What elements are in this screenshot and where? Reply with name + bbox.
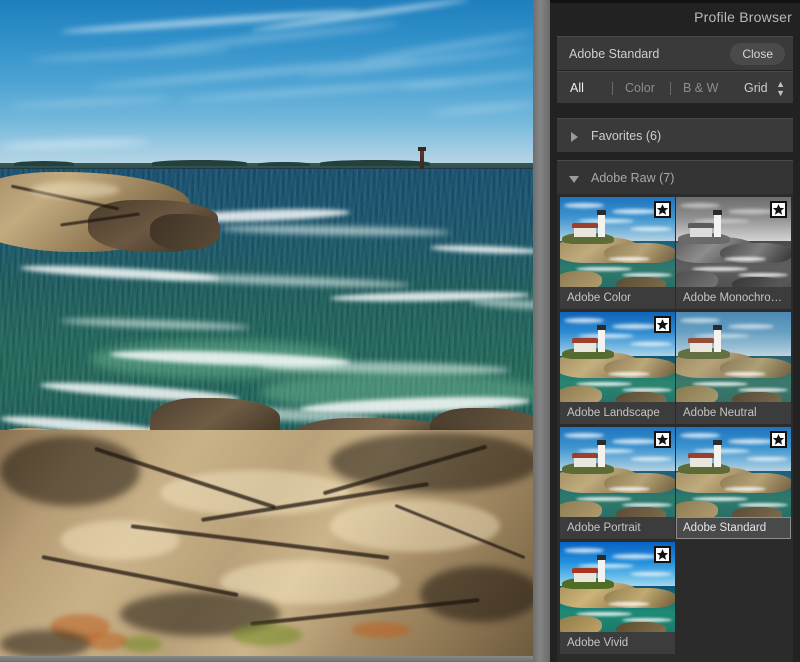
profile-label: Adobe Vivid bbox=[560, 632, 675, 654]
profile-label: Adobe Portrait bbox=[560, 517, 675, 539]
chevron-down-icon bbox=[569, 176, 579, 183]
filter-separator-2 bbox=[670, 82, 671, 95]
group-adobe-raw-label: Adobe Raw (7) bbox=[591, 171, 675, 185]
view-mode-selector[interactable]: Grid ▲ ▼ bbox=[744, 72, 785, 104]
filter-all[interactable]: All bbox=[570, 72, 584, 104]
profile-thumbnail bbox=[676, 312, 791, 402]
profile-thumbnail bbox=[676, 197, 791, 287]
current-profile-name: Adobe Standard bbox=[569, 47, 660, 61]
favorite-star-icon[interactable] bbox=[654, 546, 671, 563]
filter-row: All Color B & W Grid ▲ ▼ bbox=[557, 71, 793, 103]
group-favorites-label: Favorites (6) bbox=[591, 129, 662, 143]
filter-color[interactable]: Color bbox=[625, 72, 655, 104]
profile-browser-panel: Profile Browser Adobe Standard Close All… bbox=[550, 0, 800, 662]
profile-card-adobe-neutral[interactable]: Adobe Neutral bbox=[676, 312, 791, 424]
viewer-gutter-right bbox=[533, 0, 550, 662]
profile-card-adobe-monochrome[interactable]: Adobe Monochro… bbox=[676, 197, 791, 309]
profile-thumbnail bbox=[560, 542, 675, 632]
profile-label: Adobe Standard bbox=[676, 517, 791, 539]
chevron-updown-icon: ▲ ▼ bbox=[776, 78, 785, 98]
filter-separator-1 bbox=[612, 82, 613, 95]
profile-card-adobe-color[interactable]: Adobe Color bbox=[560, 197, 675, 309]
panel-title: Profile Browser bbox=[694, 9, 792, 25]
profile-label: Adobe Neutral bbox=[676, 402, 791, 424]
filter-bw[interactable]: B & W bbox=[683, 72, 718, 104]
profile-thumbnail-grid: Adobe Color Adobe Monochro… Adobe Landsc… bbox=[557, 194, 793, 662]
profile-card-adobe-portrait[interactable]: Adobe Portrait bbox=[560, 427, 675, 539]
group-favorites[interactable]: Favorites (6) bbox=[557, 118, 793, 152]
favorite-star-icon[interactable] bbox=[654, 316, 671, 333]
favorite-star-icon[interactable] bbox=[654, 201, 671, 218]
viewer-gutter-bottom bbox=[0, 656, 533, 662]
profile-thumbnail bbox=[560, 312, 675, 402]
distant-lighthouse bbox=[420, 150, 424, 170]
lightroom-develop-screen: Profile Browser Adobe Standard Close All… bbox=[0, 0, 800, 662]
favorite-star-icon[interactable] bbox=[770, 431, 787, 448]
profile-thumbnail bbox=[560, 197, 675, 287]
close-button[interactable]: Close bbox=[730, 43, 785, 65]
profile-card-adobe-landscape[interactable]: Adobe Landscape bbox=[560, 312, 675, 424]
current-profile-row: Adobe Standard Close bbox=[557, 36, 793, 70]
main-photo[interactable] bbox=[0, 0, 533, 656]
favorite-star-icon[interactable] bbox=[654, 431, 671, 448]
profile-label: Adobe Monochro… bbox=[676, 287, 791, 309]
image-viewer bbox=[0, 0, 550, 662]
profile-card-adobe-standard[interactable]: Adobe Standard bbox=[676, 427, 791, 539]
profile-thumbnail bbox=[676, 427, 791, 517]
view-mode-label: Grid bbox=[743, 81, 768, 95]
profile-card-adobe-vivid[interactable]: Adobe Vivid bbox=[560, 542, 675, 654]
favorite-star-icon[interactable] bbox=[770, 201, 787, 218]
group-adobe-raw[interactable]: Adobe Raw (7) bbox=[557, 160, 793, 194]
profile-label: Adobe Landscape bbox=[560, 402, 675, 424]
profile-thumbnail bbox=[560, 427, 675, 517]
chevron-right-icon bbox=[571, 132, 578, 142]
profile-label: Adobe Color bbox=[560, 287, 675, 309]
panel-divider bbox=[550, 0, 800, 3]
